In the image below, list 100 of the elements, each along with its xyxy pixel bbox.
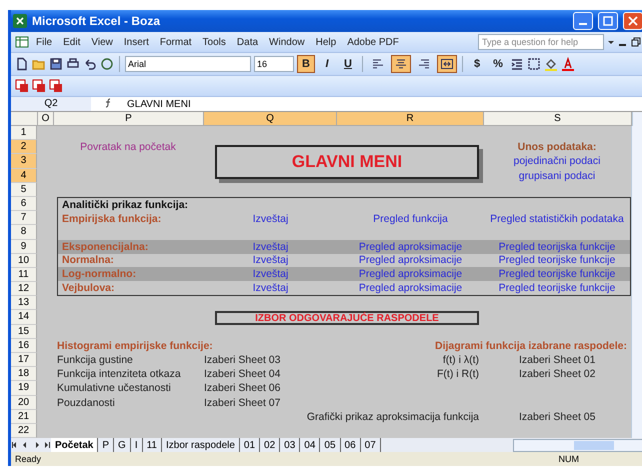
new-document-icon[interactable] [15, 57, 29, 71]
save-icon[interactable] [49, 57, 63, 71]
column-header[interactable]: O [38, 112, 54, 126]
column-header[interactable]: S [484, 112, 632, 126]
font-style-button[interactable]: B [297, 55, 315, 73]
graphic-label: Grafički prikaz aproksimacija funkcija [306, 410, 480, 423]
restore-icon[interactable] [631, 37, 641, 47]
menu-item[interactable]: Tools [198, 36, 230, 48]
menu-item[interactable]: Insert [120, 36, 153, 48]
minimize-button[interactable] [573, 12, 593, 30]
report-link[interactable]: Pregled funkcija [369, 212, 452, 225]
column-header[interactable]: R [337, 112, 484, 126]
back-link[interactable]: Povratak na početak [76, 141, 180, 154]
row-header[interactable]: 14 [11, 310, 37, 325]
indent-icon[interactable] [510, 57, 524, 71]
alignment-button[interactable] [391, 55, 411, 73]
histogram-label: Funkcija intenziteta otkaza [56, 368, 182, 380]
dropdown-caret-icon[interactable] [607, 38, 615, 46]
borders-icon[interactable] [527, 57, 541, 71]
distribution-label: Normalna: [61, 254, 115, 266]
vertical-scrollbar[interactable] [631, 126, 642, 438]
close-button[interactable] [623, 12, 642, 30]
sheet-link[interactable]: Izaberi Sheet 02 [483, 368, 632, 380]
formula-field[interactable]: GLAVNI MENI [127, 98, 191, 110]
row-header[interactable]: 18 [11, 367, 37, 382]
alignment-button[interactable] [437, 55, 457, 73]
row-header[interactable]: 21 [11, 410, 37, 424]
pdf-convert-icon[interactable] [15, 79, 29, 93]
maximize-icon [603, 16, 613, 26]
row-header[interactable]: 9 [11, 240, 37, 254]
font-name-field[interactable]: Arial [125, 56, 251, 72]
row-header[interactable]: 3 [11, 154, 37, 169]
menu-item[interactable]: Data [232, 36, 262, 48]
row-header[interactable]: 15 [11, 324, 37, 339]
row-header[interactable]: 17 [11, 353, 37, 368]
row-header[interactable]: 6 [11, 196, 37, 212]
column-header[interactable]: P [54, 112, 204, 126]
report-link[interactable]: Pregled teorijske funkcije [494, 254, 620, 266]
maximize-button[interactable] [598, 12, 618, 30]
row-header[interactable]: 22 [11, 424, 37, 438]
workbook-icon [15, 35, 29, 49]
sheet-link[interactable]: Izaberi Sheet 07 [203, 396, 282, 409]
menu-item[interactable]: Window [265, 36, 309, 48]
help-search-field[interactable]: Type a question for help [478, 34, 604, 50]
row-header[interactable]: 11 [11, 268, 37, 282]
sheet-link[interactable]: Izaberi Sheet 04 [203, 368, 282, 380]
report-link[interactable]: Pregled aproksimacije [354, 282, 466, 294]
row-header[interactable]: 13 [11, 296, 37, 310]
menu-item[interactable]: File [32, 36, 56, 48]
menu-item[interactable]: Edit [59, 36, 84, 48]
pdf-convert-icon[interactable] [32, 79, 46, 93]
horizontal-scrollbar[interactable] [513, 438, 642, 452]
column-header[interactable]: Q [204, 112, 337, 126]
font-color-icon[interactable] [561, 57, 575, 71]
name-box[interactable]: Q2 [11, 97, 91, 111]
report-link[interactable]: Izveštaj [248, 212, 292, 225]
tab-navigation-icon[interactable] [11, 440, 51, 450]
row-header[interactable]: 16 [11, 338, 37, 353]
row-header[interactable]: 8 [11, 225, 37, 240]
status-text: Ready [15, 454, 42, 464]
font-style-button[interactable]: U [339, 55, 357, 73]
number-format-button[interactable]: % [489, 55, 507, 73]
histogram-label: Pouzdanosti [56, 396, 116, 409]
menu-item[interactable]: Format [156, 36, 196, 48]
align-right-icon [417, 57, 431, 71]
row-header[interactable]: 4 [11, 168, 37, 183]
data-entry-link[interactable]: grupisani podaci [514, 170, 600, 182]
sheet-link[interactable]: Izaberi Sheet 06 [203, 382, 282, 394]
sheet-link[interactable]: Izaberi Sheet 03 [203, 354, 282, 366]
row-header[interactable]: 12 [11, 282, 37, 296]
report-link[interactable]: Izveštaj [248, 254, 292, 266]
report-link[interactable]: Izveštaj [248, 282, 292, 294]
function-label: Empirijska funkcija: [61, 212, 162, 225]
row-header[interactable]: 20 [11, 396, 37, 410]
undo-icon[interactable] [83, 57, 97, 71]
menu-item[interactable]: Help [312, 36, 340, 48]
sheet-link[interactable]: Izaberi Sheet 01 [483, 354, 632, 366]
report-link[interactable]: Pregled teorijske funkcije [494, 282, 620, 294]
report-link[interactable]: Pregled statističkih podataka [486, 212, 628, 225]
row-header[interactable]: 1 [11, 126, 37, 140]
fill-color-icon[interactable] [544, 57, 558, 71]
sheet-tab[interactable]: Početak [51, 438, 98, 452]
close-icon [628, 16, 638, 26]
vertical-scrollbar[interactable] [632, 112, 642, 126]
menu-item[interactable]: View [87, 36, 117, 48]
row-header[interactable]: 7 [11, 211, 37, 226]
row-header[interactable]: 19 [11, 381, 37, 396]
font-size-field[interactable]: 16 [254, 56, 294, 72]
row-header[interactable]: 10 [11, 254, 37, 268]
report-link[interactable]: Pregled aproksimacije [354, 254, 466, 266]
row-header[interactable]: 2 [11, 140, 37, 154]
font-style-button[interactable]: I [318, 55, 336, 73]
number-format-button[interactable]: $ [468, 55, 486, 73]
row-header[interactable]: 5 [11, 182, 37, 197]
sheet-link[interactable]: Izaberi Sheet 05 [483, 410, 632, 423]
menu-item[interactable]: Adobe PDF [343, 36, 403, 48]
data-entry-link[interactable]: pojedinačni podaci [510, 155, 604, 168]
excel-logo-icon [13, 14, 27, 28]
data-entry-heading: Unos podataka: [516, 141, 598, 154]
pdf-convert-icon[interactable] [49, 79, 63, 93]
